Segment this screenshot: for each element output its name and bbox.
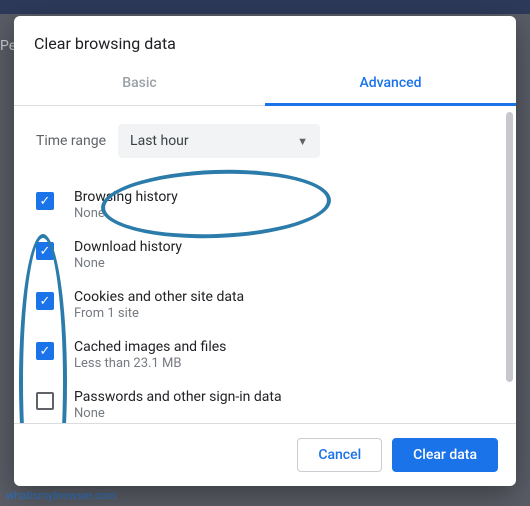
scrollbar[interactable] <box>506 112 513 382</box>
dialog-footer: Cancel Clear data <box>14 423 516 486</box>
window-top-bar <box>0 0 530 14</box>
list-item: ✓ Cookies and other site data From 1 sit… <box>30 280 500 330</box>
dialog-title: Clear browsing data <box>14 16 516 63</box>
tabs: Basic Advanced <box>14 63 516 106</box>
cancel-button[interactable]: Cancel <box>297 438 382 472</box>
item-label: Cookies and other site data <box>74 289 244 305</box>
item-text: Passwords and other sign-in data None <box>74 389 282 421</box>
checkbox-cached-images[interactable]: ✓ <box>36 342 54 360</box>
watermark-text: whatismybrowser.com <box>6 489 117 502</box>
check-icon: ✓ <box>40 245 51 258</box>
scroll-area: Time range Last hour ▼ ✓ Browsing histor… <box>14 106 516 423</box>
item-sub: None <box>74 206 178 221</box>
checkbox-browsing-history[interactable]: ✓ <box>36 192 54 210</box>
item-sub: Less than 23.1 MB <box>74 356 226 371</box>
tab-advanced[interactable]: Advanced <box>265 63 516 106</box>
item-text: Cached images and files Less than 23.1 M… <box>74 339 226 371</box>
clear-data-dialog: Clear browsing data Basic Advanced Time … <box>14 16 516 486</box>
item-label: Browsing history <box>74 189 178 205</box>
clear-data-button[interactable]: Clear data <box>392 438 498 472</box>
list-item: ✓ Download history None <box>30 230 500 280</box>
item-text: Browsing history None <box>74 189 178 221</box>
check-icon: ✓ <box>40 295 51 308</box>
item-sub: None <box>74 406 282 421</box>
chevron-down-icon: ▼ <box>297 135 308 148</box>
list-item: ✓ Cached images and files Less than 23.1… <box>30 330 500 380</box>
time-range-select[interactable]: Last hour ▼ <box>118 124 320 158</box>
tab-basic[interactable]: Basic <box>14 63 265 105</box>
list-item: ✓ Browsing history None <box>30 180 500 230</box>
checkbox-cookies[interactable]: ✓ <box>36 292 54 310</box>
time-range-value: Last hour <box>130 133 189 149</box>
item-label: Download history <box>74 239 182 255</box>
check-icon: ✓ <box>40 195 51 208</box>
item-label: Passwords and other sign-in data <box>74 389 282 405</box>
item-text: Cookies and other site data From 1 site <box>74 289 244 321</box>
item-text: Download history None <box>74 239 182 271</box>
checkbox-download-history[interactable]: ✓ <box>36 242 54 260</box>
dialog-content: Time range Last hour ▼ ✓ Browsing histor… <box>14 106 516 423</box>
time-range-label: Time range <box>36 133 106 149</box>
list-item: Passwords and other sign-in data None <box>30 380 500 423</box>
items-list: ✓ Browsing history None ✓ Download histo… <box>30 180 500 423</box>
item-sub: None <box>74 256 182 271</box>
item-label: Cached images and files <box>74 339 226 355</box>
item-sub: From 1 site <box>74 306 244 321</box>
checkbox-passwords[interactable] <box>36 392 54 410</box>
time-range-row: Time range Last hour ▼ <box>30 124 500 158</box>
check-icon: ✓ <box>40 345 51 358</box>
